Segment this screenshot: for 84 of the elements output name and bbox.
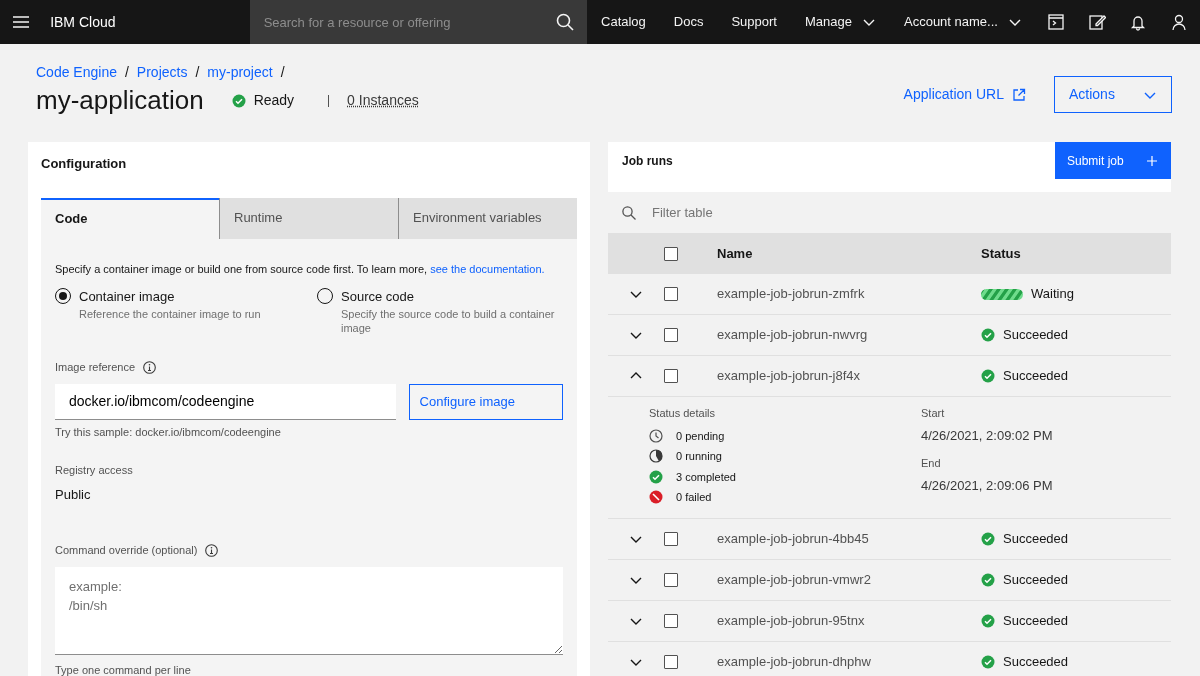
launch-icon bbox=[1012, 87, 1026, 102]
helper-text: Type one command per line bbox=[55, 663, 192, 676]
start-time: 4/26/2021, 2:09:02 PM bbox=[921, 426, 1053, 445]
intro-text: Specify a container image or build one from source code first. To learn more, see the documentation. bbox=[55, 261, 546, 277]
tab[interactable]: Runtime bbox=[219, 197, 398, 239]
radio-label: Source code bbox=[341, 288, 415, 307]
status-label: Succeeded bbox=[1003, 611, 1069, 630]
search-field[interactable]: Search for a resource or offering bbox=[249, 0, 543, 44]
application-url-link[interactable]: Application URL bbox=[903, 84, 1026, 105]
detail-label: Status details bbox=[649, 406, 717, 422]
nav-dropdown[interactable]: Manage bbox=[791, 0, 890, 44]
submit-job-button[interactable]: Submit job bbox=[1055, 142, 1171, 180]
breadcrumb-link[interactable]: Code Engine bbox=[36, 62, 117, 83]
status-label: Succeeded bbox=[1003, 652, 1069, 671]
nav-dropdown[interactable]: Account name... bbox=[890, 0, 1036, 44]
radio-description: Specify the source code to build a container image bbox=[341, 306, 556, 336]
nav-link[interactable]: Support bbox=[717, 0, 791, 44]
page-title: my-application bbox=[36, 85, 204, 117]
brand-name[interactable]: IBM Cloud bbox=[50, 11, 250, 33]
search-icon bbox=[556, 13, 574, 31]
table-cell-text: example-job-jobrun-4bb45 bbox=[717, 529, 870, 548]
search-icon bbox=[622, 205, 636, 220]
field-label: Image reference bbox=[55, 360, 136, 376]
checkbox[interactable] bbox=[664, 654, 678, 669]
end-time: 4/26/2021, 2:09:06 PM bbox=[921, 476, 1053, 495]
edit-icon bbox=[1088, 13, 1107, 31]
table-cell-text: example-job-jobrun-j8f4x bbox=[717, 367, 862, 386]
radio-label: Container image bbox=[79, 288, 176, 307]
info-icon[interactable] bbox=[205, 544, 219, 558]
checkbox[interactable] bbox=[664, 613, 678, 628]
plus-icon bbox=[1147, 155, 1157, 166]
field-label: Command override (optional) bbox=[55, 543, 198, 559]
breadcrumb-link[interactable]: Projects bbox=[136, 62, 188, 83]
checkbox[interactable] bbox=[664, 287, 678, 302]
status-label: Waiting bbox=[1031, 285, 1074, 304]
checkbox[interactable] bbox=[664, 328, 678, 343]
status-count: 3 completed bbox=[676, 469, 736, 485]
table-cell-text: example-job-jobrun-95tnx bbox=[717, 611, 866, 630]
breadcrumb-link[interactable]: my-project bbox=[207, 62, 273, 83]
menu-icon bbox=[13, 16, 30, 28]
status-label: Succeeded bbox=[1003, 529, 1069, 548]
detail-label: End bbox=[921, 456, 942, 472]
filter-field[interactable]: Filter table bbox=[650, 201, 1157, 224]
table-cell-text: example-job-jobrun-dhphw bbox=[717, 652, 872, 671]
checkbox[interactable] bbox=[664, 369, 678, 384]
actions-dropdown[interactable]: Actions bbox=[1054, 76, 1172, 113]
detail-label: Start bbox=[921, 406, 946, 422]
nav-link[interactable]: Catalog bbox=[587, 0, 660, 44]
image-reference-field[interactable]: docker.io/ibmcom/codeengine bbox=[55, 383, 396, 420]
status-label: Succeeded bbox=[1003, 367, 1069, 386]
column-header: Name bbox=[717, 244, 754, 263]
status-count: 0 failed bbox=[676, 490, 712, 506]
breadcrumb-separator: / bbox=[280, 63, 285, 82]
info-icon[interactable] bbox=[143, 361, 157, 375]
helper-text: Try this sample: docker.io/ibmcom/codeengine bbox=[55, 424, 282, 440]
column-header: Status bbox=[981, 244, 1021, 263]
field-label: Registry access bbox=[55, 463, 134, 479]
breadcrumb-separator: / bbox=[124, 63, 129, 82]
checkbox[interactable] bbox=[664, 246, 678, 261]
status-label: Succeeded bbox=[1003, 570, 1069, 589]
breadcrumb-separator: / bbox=[195, 63, 200, 82]
tab[interactable]: Code bbox=[41, 197, 219, 239]
table-cell-text: example-job-jobrun-vmwr2 bbox=[717, 570, 872, 589]
panel-title: Job runs bbox=[621, 153, 674, 171]
table-cell-text: example-job-jobrun-zmfrk bbox=[717, 285, 866, 304]
panel-title: Configuration bbox=[41, 155, 128, 174]
status-count: 0 running bbox=[676, 449, 722, 465]
table-cell-text: example-job-jobrun-nwvrg bbox=[717, 326, 869, 345]
status-label: Ready bbox=[253, 91, 295, 111]
radio-description: Reference the container image to run bbox=[79, 306, 261, 321]
documentation-link[interactable]: see the documentation. bbox=[430, 262, 545, 275]
checkbox[interactable] bbox=[664, 531, 678, 546]
command-override-field[interactable]: example: /bin/sh bbox=[55, 566, 563, 655]
nav-link[interactable]: Docs bbox=[659, 0, 718, 44]
status-count: 0 pending bbox=[676, 428, 725, 444]
instances-link[interactable]: 0 Instances bbox=[347, 90, 419, 112]
configure-image-button[interactable]: Configure image bbox=[408, 383, 563, 420]
user-icon bbox=[1170, 13, 1189, 31]
registry-access-value: Public bbox=[55, 485, 92, 504]
checkbox[interactable] bbox=[664, 572, 678, 587]
status-label: Succeeded bbox=[1003, 326, 1069, 345]
terminal-icon bbox=[1047, 13, 1066, 31]
search-button[interactable] bbox=[543, 0, 587, 44]
tab[interactable]: Environment variables bbox=[398, 197, 577, 239]
